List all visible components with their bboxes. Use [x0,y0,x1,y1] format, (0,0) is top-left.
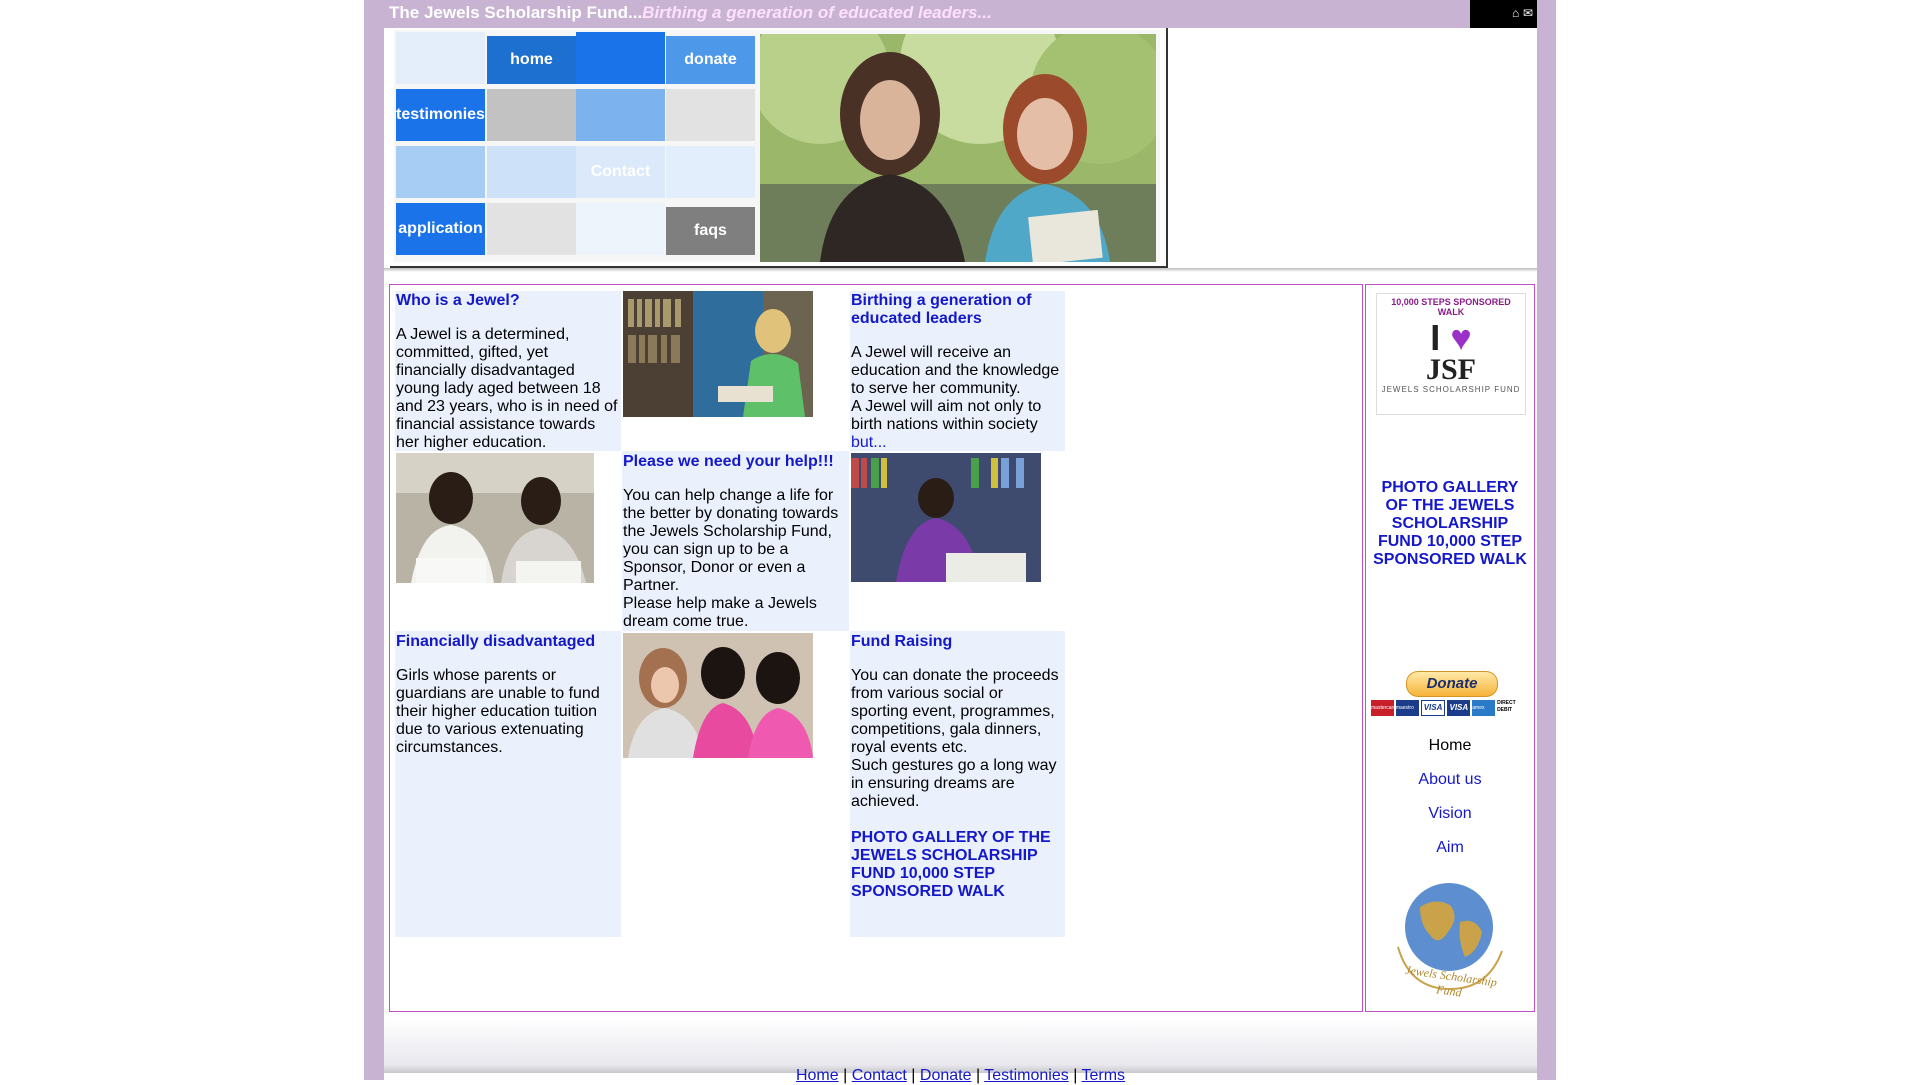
group-photo [623,633,813,758]
nav-cell-blank [576,89,665,141]
footer-link-donate[interactable]: Donate [920,1067,972,1084]
maestro-icon: maestro [1395,700,1419,716]
visa-icon: VISA [1420,700,1446,716]
footer-links: Home | Contact | Donate | Testimonies | … [384,1067,1537,1085]
walk-banner[interactable]: 10,000 STEPS SPONSORED WALK I ♥ JSF JEWE… [1376,293,1526,415]
mail-icon[interactable]: ✉ [1523,6,1533,20]
help-section: Please we need your help!!! You can help… [623,453,848,631]
walk-banner-sub: JEWELS SCHOLARSHIP FUND [1381,385,1521,394]
students-photo [396,453,594,583]
library-photo-2 [851,453,1041,582]
heart-icon: ♥ [1450,317,1472,358]
mastercard-icon: mastercard [1371,700,1394,716]
nav-cell-blank [576,32,665,84]
visa-electron-icon: VISA [1447,700,1471,716]
sidebar-links: Home About us Vision Aim [1366,737,1534,873]
footer-sep: | [1073,1067,1078,1084]
birthing-title: Birthing a generation of educated leader… [851,292,1032,327]
nav-home[interactable]: home [487,36,576,84]
walk-banner-heading: I ♥ [1377,320,1525,356]
who-title: Who is a Jewel? [396,292,520,309]
walk-banner-top: 10,000 STEPS SPONSORED WALK [1391,297,1511,317]
nav-cell-blank [487,89,576,141]
outer-frame: The Jewels Scholarship Fund...Birthing a… [364,0,1556,1084]
fund-text: You can donate the proceeds from various… [851,667,1059,756]
sidebar-link-vision[interactable]: Vision [1366,805,1534,839]
nav-contact[interactable]: Contact [576,146,665,198]
birthing-text: A Jewel will receive an education and th… [851,344,1060,397]
site-header: The Jewels Scholarship Fund...Birthing a… [389,3,992,23]
fund-title: Fund Raising [851,633,953,650]
hero-photo [760,34,1156,262]
sidebar-link-home[interactable]: Home [1366,737,1534,771]
header-divider [384,268,1537,272]
card-logos: mastercard maestro VISA VISA amex DIRECT… [1371,700,1529,716]
footer-sep: | [911,1067,916,1084]
footer-link-home[interactable]: Home [796,1067,839,1084]
footer-link-terms[interactable]: Terms [1082,1067,1126,1084]
nav-application[interactable]: application [396,203,485,255]
footer-link-contact[interactable]: Contact [852,1067,907,1084]
who-section: Who is a Jewel? A Jewel is a determined,… [396,292,620,452]
nav-cell-blank [666,89,755,141]
fund-section: Fund Raising You can donate the proceeds… [851,633,1063,901]
nav-faqs[interactable]: faqs [666,207,755,255]
site-tagline: Birthing a generation of educated leader… [642,3,992,22]
site-title: The Jewels Scholarship Fund... [389,3,643,22]
walk-banner-i: I [1430,317,1441,358]
nav-cell-blank [666,146,755,198]
nav-grid: home donate testimonies Contact applicat… [394,30,1160,262]
walk-banner-jsf: JSF [1425,353,1476,386]
gallery-link[interactable]: PHOTO GALLERY OF THE JEWELS SCHOLARSHIP … [851,829,1063,901]
sidebar-link-about[interactable]: About us [1366,771,1534,805]
home-icon[interactable]: ⌂ [1512,6,1519,20]
sidebar: 10,000 STEPS SPONSORED WALK I ♥ JSF JEWE… [1365,284,1535,1012]
footer-sep: | [843,1067,848,1084]
birthing-more-link[interactable]: but... [851,434,887,451]
nav-cell-blank [576,203,665,255]
help-text-2: Please help make a Jewels dream come tru… [623,595,817,630]
main-panel: home donate testimonies Contact applicat… [384,28,1537,1084]
sidebar-link-aim[interactable]: Aim [1366,839,1534,873]
nav-cell-blank [396,32,485,84]
nav-testimonies[interactable]: testimonies [396,89,485,141]
fund-text-2: Such gestures go a long way in ensuring … [851,757,1057,810]
footer-sep: | [975,1067,981,1084]
sidebar-gallery-link[interactable]: PHOTO GALLERY OF THE JEWELS SCHOLARSHIP … [1372,479,1528,569]
footer-link-testimonies[interactable]: Testimonies [984,1067,1068,1084]
fin-section: Financially disadvantaged Girls whose pa… [396,633,620,757]
birthing-text-2: A Jewel will aim not only to birth natio… [851,398,1042,433]
nav-cell-blank [487,146,576,198]
donate-button[interactable]: Donate [1406,671,1498,697]
fin-text: Girls whose parents or guardians are una… [396,667,600,756]
library-photo-1 [623,291,813,417]
who-text: A Jewel is a determined, committed, gift… [396,326,618,451]
page: The Jewels Scholarship Fund...Birthing a… [0,0,1920,1084]
nav-cell-blank [487,203,576,255]
content-box: Who is a Jewel? A Jewel is a determined,… [389,284,1363,1012]
amex-icon: amex [1472,700,1496,716]
help-text: You can help change a life for the bette… [623,487,839,594]
footer-bar [384,1018,1537,1073]
fin-title: Financially disadvantaged [396,633,596,650]
birthing-section: Birthing a generation of educated leader… [851,292,1061,452]
help-title: Please we need your help!!! [623,453,834,470]
direct-debit-icon: DIRECT DEBIT [1497,700,1529,716]
nav-area: home donate testimonies Contact applicat… [390,28,1168,268]
header-icon-bar: ⌂ ✉ [1470,0,1537,28]
jsf-logo: Jewels Scholarship Fund [1390,877,1510,1000]
nav-cell-blank [396,146,485,198]
nav-donate[interactable]: donate [666,36,755,84]
